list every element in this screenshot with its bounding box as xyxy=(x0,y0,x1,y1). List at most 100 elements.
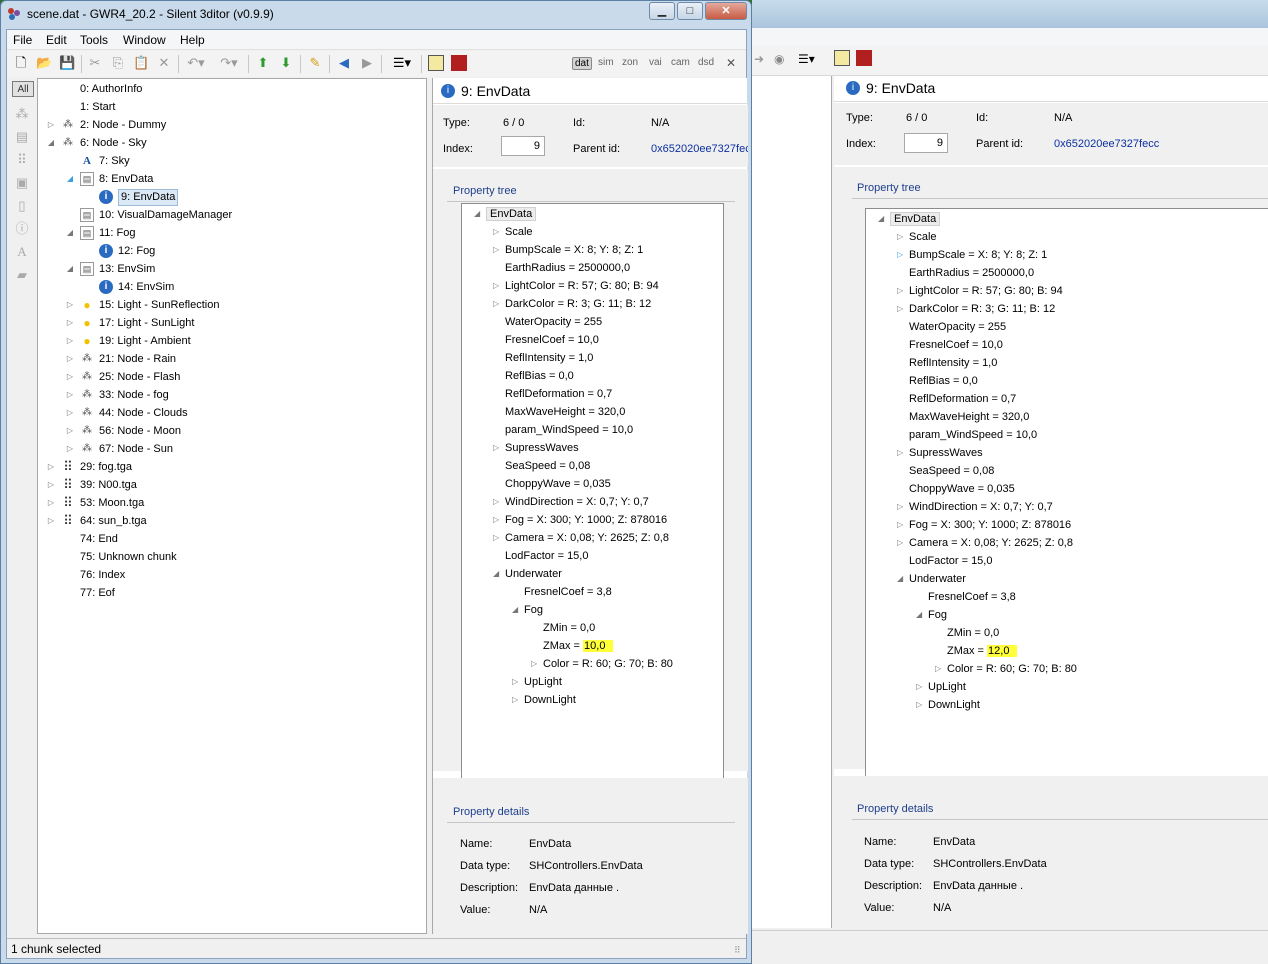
texture-tool-icon[interactable] xyxy=(856,50,872,66)
mode-vai-button[interactable]: vai xyxy=(649,57,662,68)
filter-texture-icon[interactable]: ⠿ xyxy=(14,152,30,168)
chunk-tree[interactable]: 0: AuthorInfo 1: Start ▷ ⁂ 2: Node - Dummy ◢ ⁂… xyxy=(37,78,427,934)
new-file-icon[interactable]: 🗋 xyxy=(13,55,29,71)
property-node[interactable]: ▷ SupressWaves xyxy=(897,444,983,462)
expand-arrow-icon[interactable]: ▷ xyxy=(65,386,75,404)
tree-item[interactable]: ◢ ▤ 13: EnvSim xyxy=(38,260,426,278)
property-node[interactable]: ZMax = 12,0 xyxy=(947,642,1018,660)
expand-arrow-icon[interactable]: ▷ xyxy=(493,439,499,457)
tree-item[interactable]: i 14: EnvSim xyxy=(38,278,426,296)
expand-arrow-icon[interactable]: ▷ xyxy=(512,673,518,691)
property-node[interactable]: ▷ DownLight xyxy=(916,696,980,714)
tree-item[interactable]: ▷ ⁂ 21: Node - Rain xyxy=(38,350,426,368)
collapse-arrow-icon[interactable]: ◢ xyxy=(878,210,884,228)
expand-arrow-icon[interactable]: ▷ xyxy=(897,444,903,462)
tree-item[interactable]: A 7: Sky xyxy=(38,152,426,170)
property-node[interactable]: FresnelCoef = 10,0 xyxy=(505,331,599,349)
property-node[interactable]: ▷ UpLight xyxy=(512,673,562,691)
tree-item[interactable]: ▷ ⠿ 64: sun_b.tga xyxy=(38,512,426,530)
property-node[interactable]: ChoppyWave = 0,035 xyxy=(505,475,611,493)
tree-item[interactable]: 77: Eof xyxy=(38,584,426,602)
export-icon[interactable] xyxy=(834,50,850,66)
property-node[interactable]: ▷ Fog = X: 300; Y: 1000; Z: 878016 xyxy=(897,516,1071,534)
expand-arrow-icon[interactable]: ▷ xyxy=(46,512,56,530)
collapse-arrow-icon[interactable]: ◢ xyxy=(65,170,75,188)
property-node[interactable]: ZMax = 10,0 xyxy=(543,637,614,655)
save-icon[interactable]: 💾 xyxy=(59,55,75,71)
expand-arrow-icon[interactable]: ▷ xyxy=(46,458,56,476)
property-node[interactable]: FresnelCoef = 10,0 xyxy=(909,336,1003,354)
copy-icon[interactable]: ⎘ xyxy=(110,55,126,71)
expand-arrow-icon[interactable]: ▷ xyxy=(493,277,499,295)
forward-circle-icon[interactable]: ◉ xyxy=(774,52,784,66)
property-tree[interactable]: ◢ EnvData ▷ Scale ▷ BumpScale = X: 8; Y: 8; Z… xyxy=(461,203,724,781)
menu-tools[interactable]: Tools xyxy=(80,33,108,47)
tree-item[interactable]: ▷ ⁂ 33: Node - fog xyxy=(38,386,426,404)
property-node[interactable]: MaxWaveHeight = 320,0 xyxy=(505,403,625,421)
tree-item[interactable]: ◢ ⁂ 6: Node - Sky xyxy=(38,134,426,152)
property-node[interactable]: ▷ Camera = X: 0,08; Y: 2625; Z: 0,8 xyxy=(897,534,1073,552)
tree-item[interactable]: 74: End xyxy=(38,530,426,548)
index-field[interactable]: 9 xyxy=(501,136,545,156)
tree-item[interactable]: 75: Unknown chunk xyxy=(38,548,426,566)
property-node[interactable]: ◢ Underwater xyxy=(493,565,562,583)
property-node[interactable]: MaxWaveHeight = 320,0 xyxy=(909,408,1029,426)
collapse-arrow-icon[interactable]: ◢ xyxy=(897,570,903,588)
tree-item[interactable]: ▷ ⁂ 2: Node - Dummy xyxy=(38,116,426,134)
property-node[interactable]: ▷ WindDirection = X: 0,7; Y: 0,7 xyxy=(897,498,1053,516)
expand-arrow-icon[interactable]: ▷ xyxy=(46,116,56,134)
tree-item[interactable]: 0: AuthorInfo xyxy=(38,80,426,98)
tree-item[interactable]: i 9: EnvData xyxy=(38,188,426,206)
property-node[interactable]: ▷ Camera = X: 0,08; Y: 2625; Z: 0,8 xyxy=(493,529,669,547)
property-node[interactable]: param_WindSpeed = 10,0 xyxy=(909,426,1037,444)
property-node[interactable]: ▷ Color = R: 60; G: 70; B: 80 xyxy=(531,655,673,673)
mode-zon-button[interactable]: zon xyxy=(622,57,638,68)
list-view-icon[interactable]: ☰▾ xyxy=(798,52,815,66)
expand-arrow-icon[interactable]: ▷ xyxy=(512,691,518,709)
expand-arrow-icon[interactable]: ▷ xyxy=(916,696,922,714)
expand-arrow-icon[interactable]: ▷ xyxy=(493,529,499,547)
filter-image-icon[interactable]: ▣ xyxy=(14,175,30,191)
list-view-icon[interactable]: ☰▾ xyxy=(389,55,415,71)
tree-item[interactable]: 76: Index xyxy=(38,566,426,584)
property-node[interactable]: ReflDeformation = 0,7 xyxy=(909,390,1016,408)
expand-arrow-icon[interactable]: ▷ xyxy=(65,368,75,386)
property-node[interactable]: ChoppyWave = 0,035 xyxy=(909,480,1015,498)
filter-info-icon[interactable]: ⓘ xyxy=(14,221,30,237)
expand-arrow-icon[interactable]: ▷ xyxy=(935,660,941,678)
filter-node-icon[interactable]: ⁂ xyxy=(14,106,30,122)
property-node[interactable]: param_WindSpeed = 10,0 xyxy=(505,421,633,439)
expand-arrow-icon[interactable]: ▷ xyxy=(65,404,75,422)
bg-index-field[interactable]: 9 xyxy=(904,133,948,153)
move-down-icon[interactable]: ⬇ xyxy=(278,55,294,71)
expand-arrow-icon[interactable]: ▷ xyxy=(897,282,903,300)
texture-tool-icon[interactable] xyxy=(451,55,467,71)
property-node[interactable]: ◢ EnvData xyxy=(474,205,537,223)
forward-icon[interactable]: ➜ xyxy=(754,52,764,66)
maximize-button[interactable]: □ xyxy=(677,2,703,20)
expand-arrow-icon[interactable]: ▷ xyxy=(65,422,75,440)
property-node[interactable]: ReflBias = 0,0 xyxy=(505,367,574,385)
redo-icon[interactable]: ↷▾ xyxy=(217,55,241,71)
tree-item[interactable]: i 12: Fog xyxy=(38,242,426,260)
property-node[interactable]: SeaSpeed = 0,08 xyxy=(909,462,994,480)
move-up-icon[interactable]: ⬆ xyxy=(255,55,271,71)
expand-arrow-icon[interactable]: ▷ xyxy=(897,534,903,552)
export-icon[interactable] xyxy=(428,55,444,71)
collapse-arrow-icon[interactable]: ◢ xyxy=(512,601,518,619)
property-node[interactable]: ReflIntensity = 1,0 xyxy=(505,349,593,367)
mode-dsd-button[interactable]: dsd xyxy=(698,57,714,68)
property-node[interactable]: ▷ LightColor = R: 57; G: 80; B: 94 xyxy=(493,277,659,295)
property-node[interactable]: ▷ Color = R: 60; G: 70; B: 80 xyxy=(935,660,1077,678)
property-node[interactable]: ReflIntensity = 1,0 xyxy=(909,354,997,372)
filter-all-button[interactable]: All xyxy=(12,81,34,97)
expand-arrow-icon[interactable]: ▷ xyxy=(493,241,499,259)
collapse-arrow-icon[interactable]: ◢ xyxy=(493,565,499,583)
property-node[interactable]: ZMin = 0,0 xyxy=(543,619,595,637)
property-node[interactable]: ▷ DarkColor = R: 3; G: 11; B: 12 xyxy=(493,295,651,313)
menu-help[interactable]: Help xyxy=(180,33,205,47)
property-node[interactable]: WaterOpacity = 255 xyxy=(505,313,602,331)
tree-item[interactable]: ▷ ⁂ 25: Node - Flash xyxy=(38,368,426,386)
collapse-arrow-icon[interactable]: ◢ xyxy=(65,260,75,278)
property-node[interactable]: ▷ DownLight xyxy=(512,691,576,709)
